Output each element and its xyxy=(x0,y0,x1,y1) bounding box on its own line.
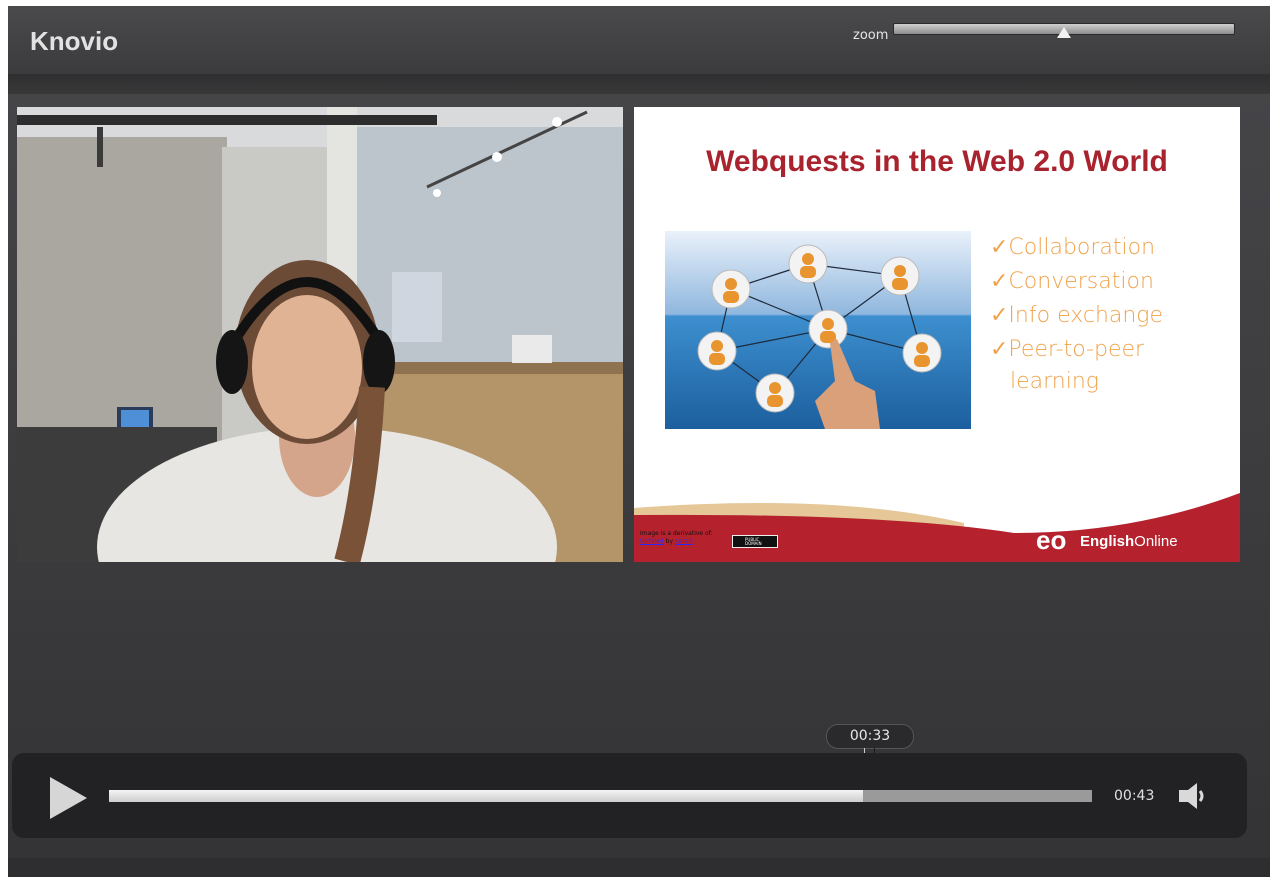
network-people-image xyxy=(665,231,971,429)
credit-text: Image is a derivative of: xyxy=(640,530,713,537)
zoom-slider-handle[interactable] xyxy=(1057,27,1071,38)
webcam-video[interactable] xyxy=(17,107,623,562)
play-icon[interactable] xyxy=(50,777,87,819)
credit-link-untitled[interactable]: Untitled xyxy=(640,538,664,545)
volume-icon[interactable] xyxy=(1177,782,1211,810)
credit-by: by xyxy=(665,538,674,545)
credit-link-author[interactable]: geralt xyxy=(675,538,693,545)
progress-fill xyxy=(109,790,863,802)
top-bar: Knovio zoom xyxy=(8,6,1270,74)
slide-bullet: ✓Peer-to-peer xyxy=(990,337,1145,362)
slide-bullet: ✓Info exchange xyxy=(990,303,1164,328)
public-domain-badge: PUBLIC DOMAIN xyxy=(732,535,778,548)
slide-title: Webquests in the Web 2.0 World xyxy=(706,145,1168,178)
eo-logo-icon: eo xyxy=(1036,525,1067,555)
bottom-strip xyxy=(8,858,1270,877)
badge-text: PUBLIC DOMAIN xyxy=(745,537,762,546)
brand-english: English xyxy=(1080,533,1135,550)
duration-label: 00:43 xyxy=(1114,788,1155,804)
app-title: Knovio xyxy=(30,26,119,56)
header-divider xyxy=(8,74,1270,94)
presentation-slide: Webquests in the Web 2.0 World ✓Collabor… xyxy=(634,107,1240,562)
slide-bullet: learning xyxy=(1010,369,1099,394)
slide-footer-wave xyxy=(634,493,1240,562)
brand-online: Online xyxy=(1134,533,1178,550)
zoom-label: zoom xyxy=(853,28,889,43)
slide-bullet: ✓Conversation xyxy=(990,269,1154,294)
image-credit: Image is a derivative of: Untitled by ge… xyxy=(640,530,713,546)
current-time-bubble: 00:33 xyxy=(826,724,914,749)
slide-bullet: ✓Collaboration xyxy=(990,235,1156,260)
webcam-frame-image xyxy=(17,107,623,562)
